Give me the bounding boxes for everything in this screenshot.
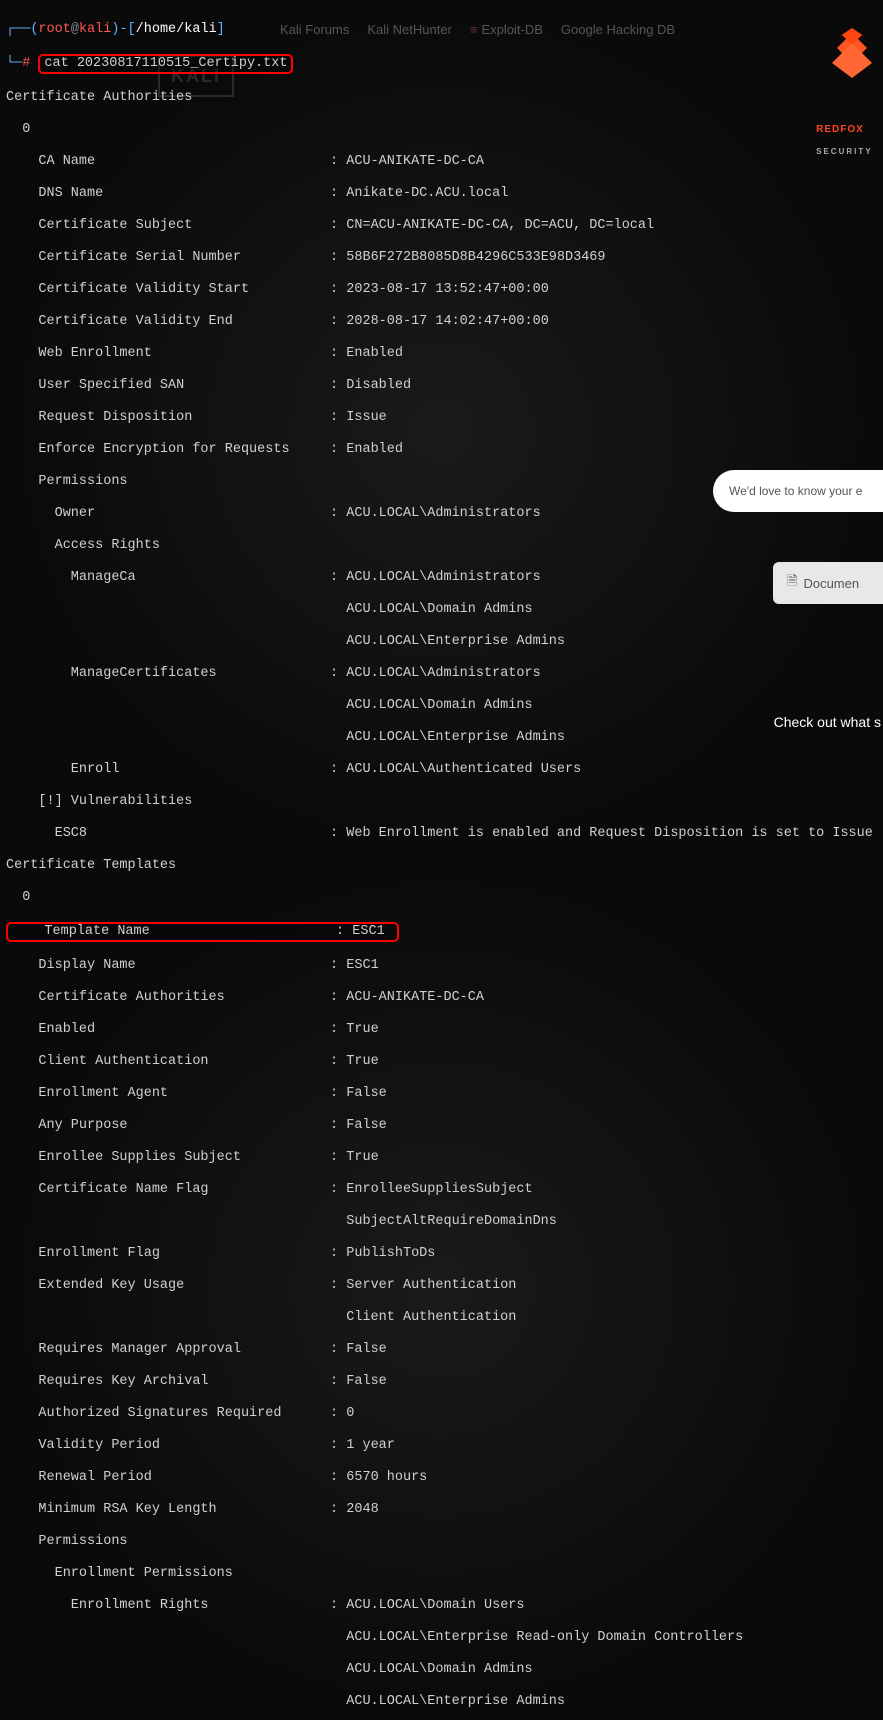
redfox-logo: REDFOX SECURITY [801,8,871,78]
output-line: SubjectAltRequireDomainDns [6,1214,883,1230]
output-line: Enrollment Permissions [6,1566,883,1582]
output-line: Certificate Validity Start : 2023-08-17 … [6,282,883,298]
output-line: Enrollment Flag : PublishToDs [6,1246,883,1262]
output-line: Authorized Signatures Required : 0 [6,1406,883,1422]
document-button[interactable]: 🗎 Documen [773,562,883,604]
output-line: Certificate Authorities [6,90,883,106]
template-name-highlight: Template Name : ESC1 [6,922,399,942]
output-line: Minimum RSA Key Length : 2048 [6,1502,883,1518]
output-line: Enrollment Rights : ACU.LOCAL\Domain Use… [6,1598,883,1614]
output-line: ACU.LOCAL\Enterprise Admins [6,1694,883,1710]
output-line: Any Purpose : False [6,1118,883,1134]
output-line: Certificate Authorities : ACU-ANIKATE-DC… [6,990,883,1006]
prompt-line-1: ┌──(root@kali)-[/home/kali] [6,22,883,38]
output-line: ESC8 : Web Enrollment is enabled and Req… [6,826,883,842]
output-line: Extended Key Usage : Server Authenticati… [6,1278,883,1294]
output-line: Enrollment Agent : False [6,1086,883,1102]
output-line: DNS Name : Anikate-DC.ACU.local [6,186,883,202]
output-line: Requires Key Archival : False [6,1374,883,1390]
output-line: ACU.LOCAL\Domain Admins [6,1662,883,1678]
output-line: CA Name : ACU-ANIKATE-DC-CA [6,154,883,170]
output-line: Enrollee Supplies Subject : True [6,1150,883,1166]
output-line: ACU.LOCAL\Enterprise Read-only Domain Co… [6,1630,883,1646]
output-line: 0 [6,122,883,138]
side-widgets: We'd love to know your e 🗎 Documen Check… [713,440,883,745]
command-highlight: cat 20230817110515_Certipy.txt [38,54,293,74]
output-line: Validity Period : 1 year [6,1438,883,1454]
output-line: Enroll : ACU.LOCAL\Authenticated Users [6,762,883,778]
terminal-output: ┌──(root@kali)-[/home/kali] └─# cat 2023… [6,6,883,1720]
output-line: Certificate Name Flag : EnrolleeSupplies… [6,1182,883,1198]
output-line: Client Authentication : True [6,1054,883,1070]
output-line: Display Name : ESC1 [6,958,883,974]
output-line: Web Enrollment : Enabled [6,346,883,362]
chat-widget[interactable]: We'd love to know your e [713,470,883,512]
output-line: Certificate Templates [6,858,883,874]
output-line: Request Disposition : Issue [6,410,883,426]
output-line: 0 [6,890,883,906]
output-line: Certificate Validity End : 2028-08-17 14… [6,314,883,330]
prompt-line-2: └─# cat 20230817110515_Certipy.txt [6,54,883,74]
document-icon: 🗎 [787,572,797,594]
checkout-text: Check out what s [763,714,883,730]
output-line: User Specified SAN : Disabled [6,378,883,394]
output-line: Template Name : ESC1 [6,922,883,942]
output-line: Permissions [6,1534,883,1550]
output-line: Renewal Period : 6570 hours [6,1470,883,1486]
output-line: Requires Manager Approval : False [6,1342,883,1358]
output-line: Certificate Subject : CN=ACU-ANIKATE-DC-… [6,218,883,234]
output-line: [!] Vulnerabilities [6,794,883,810]
output-line: Enabled : True [6,1022,883,1038]
output-line: Client Authentication [6,1310,883,1326]
output-line: Certificate Serial Number : 58B6F272B808… [6,250,883,266]
